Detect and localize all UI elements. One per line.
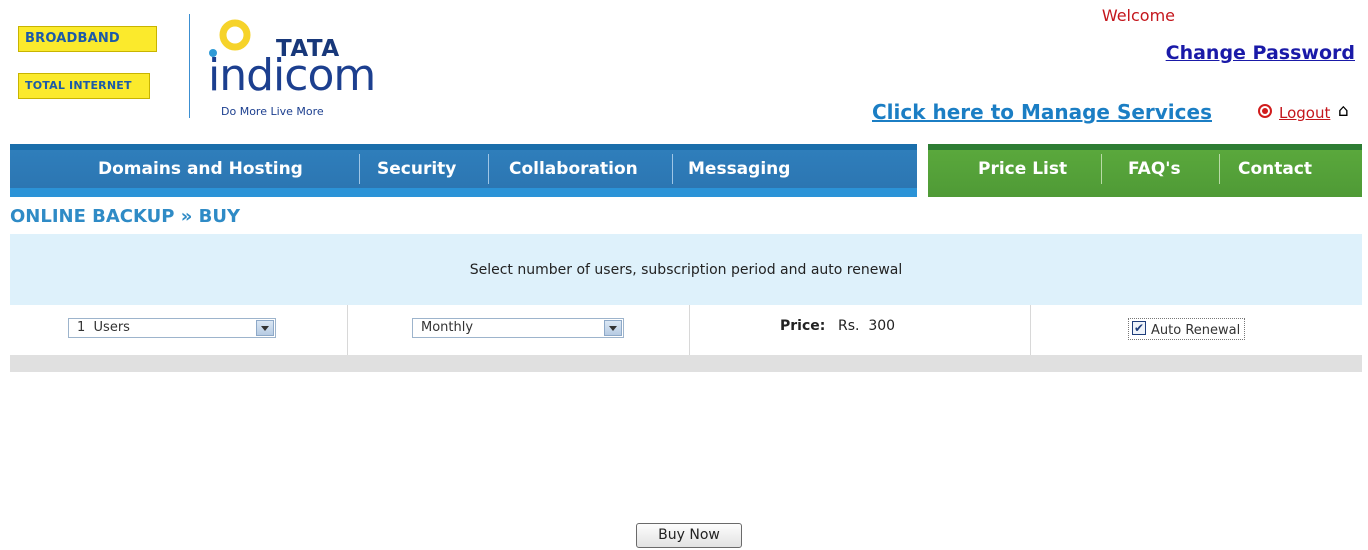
nav-separator — [1219, 154, 1220, 184]
cell-divider — [1030, 305, 1031, 355]
nav-collaboration[interactable]: Collaboration — [509, 159, 638, 179]
users-select-value: 1 Users — [77, 320, 130, 335]
cell-divider — [689, 305, 690, 355]
period-select[interactable]: Monthly — [412, 318, 624, 338]
manage-services-link[interactable]: Click here to Manage Services — [872, 100, 1212, 124]
auto-renewal-checkbox[interactable]: ✔ — [1132, 321, 1146, 335]
nav-price-list[interactable]: Price List — [978, 159, 1067, 179]
total-internet-badge: TOTAL INTERNET — [18, 73, 150, 99]
chevron-down-icon[interactable] — [256, 320, 274, 336]
logout-radio-icon — [1258, 104, 1272, 118]
period-select-value: Monthly — [421, 320, 474, 335]
nav-messaging[interactable]: Messaging — [688, 159, 790, 179]
indicom-wordmark: indicom — [208, 50, 376, 101]
nav-security[interactable]: Security — [377, 159, 456, 179]
instruction-band: Select number of users, subscription per… — [10, 234, 1362, 305]
form-footer-bar — [10, 355, 1362, 372]
cell-divider — [347, 305, 348, 355]
price-value: Rs. 300 — [838, 318, 896, 334]
auto-renewal-control[interactable]: ✔ Auto Renewal — [1128, 318, 1246, 340]
nav-separator — [1101, 154, 1102, 184]
broadband-badge: BROADBAND — [18, 26, 157, 52]
brand-tagline: Do More Live More — [221, 105, 324, 118]
nav-separator — [488, 154, 489, 184]
price-label: Price: — [780, 318, 826, 334]
nav-faqs[interactable]: FAQ's — [1128, 159, 1181, 179]
auto-renewal-label[interactable]: Auto Renewal — [1151, 323, 1240, 338]
buy-now-button[interactable]: Buy Now — [636, 523, 742, 548]
logout-link[interactable]: Logout — [1279, 104, 1330, 122]
chevron-down-icon[interactable] — [604, 320, 622, 336]
nav-separator — [672, 154, 673, 184]
nav-domains-and-hosting[interactable]: Domains and Hosting — [98, 159, 303, 179]
nav-separator — [359, 154, 360, 184]
change-password-link[interactable]: Change Password — [1166, 42, 1355, 64]
users-select[interactable]: 1 Users — [68, 318, 276, 338]
nav-contact[interactable]: Contact — [1238, 159, 1312, 179]
home-icon[interactable]: ⌂ — [1338, 101, 1349, 121]
header-divider — [189, 14, 190, 118]
instruction-text: Select number of users, subscription per… — [469, 262, 903, 278]
welcome-text: Welcome — [1101, 6, 1175, 25]
breadcrumb: ONLINE BACKUP » BUY — [10, 206, 240, 227]
